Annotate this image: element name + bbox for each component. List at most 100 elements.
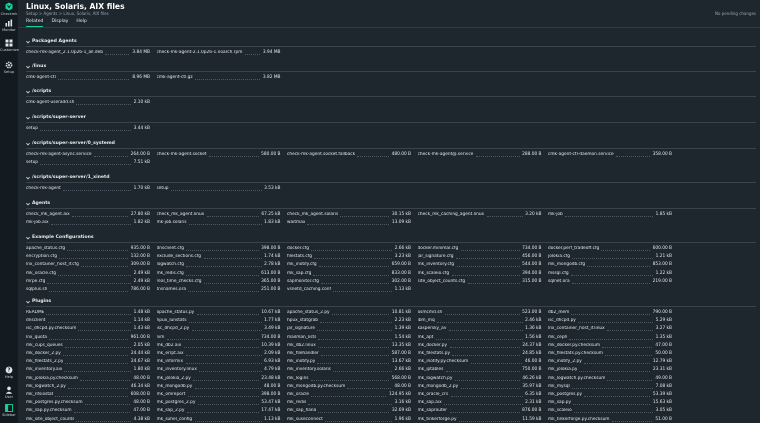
file-entry[interactable]: mk_mysql 7.08 kB [548,384,672,390]
file-entry[interactable]: docker.cfg 2.66 kB [287,246,411,252]
file-entry[interactable]: cmk-agent-ctl 8.96 MB [26,75,150,81]
file-entry[interactable]: lnx_container_host_if.cfg 309.00 B [26,262,150,268]
section-header[interactable]: /linux [26,64,756,72]
file-entry[interactable]: mk_jolokia_2.py 23.48 kB [157,376,281,382]
file-entry[interactable]: docker.perf_tradeoff.cfg 600.00 B [548,246,672,252]
file-name-link[interactable]: mk_filestats.py.checksum [548,351,603,357]
file-name-link[interactable]: mk-job.aix [26,220,49,226]
file-name-link[interactable]: dnsclient [26,318,46,324]
file-name-link[interactable]: real_time_checks.cfg [157,279,202,285]
file-entry[interactable]: mk_site_object_counts 4.38 kB [26,417,150,423]
file-entry[interactable]: mk_sap.aix 2.31 kB [418,400,542,406]
file-entry[interactable]: hpux_lunstats 1.77 kB [157,318,281,324]
file-entry[interactable]: mk_cups_queues 2.05 kB [26,343,150,349]
file-entry[interactable]: mk_logins 568.00 B [287,376,411,382]
file-name-link[interactable]: mk_mongodb_2.py [418,384,459,390]
file-entry[interactable]: db2_mem 790.00 B [548,310,672,316]
file-name-link[interactable]: apache_status.py [157,310,195,316]
file-name-link[interactable]: check-mk-agent-async.service [26,152,92,158]
file-name-link[interactable]: site_object_counts.cfg [418,279,466,285]
file-entry[interactable]: mk_mongodb_2.py 35.97 kB [418,384,542,390]
file-entry[interactable]: mrpe.cfg 2.49 kB [26,279,150,285]
pending-changes-status[interactable]: No pending changes [715,11,756,16]
file-entry[interactable]: check-mk-agent-2.1.0p26-1.noarch.rpm 3.94… [157,50,281,56]
file-name-link[interactable]: check-mk-agent [26,186,61,192]
file-name-link[interactable]: mk_logwatch.py [418,376,453,382]
file-entry[interactable]: setup 3.44 kB [26,126,150,132]
sidebar-item-setup[interactable]: Setup [0,61,18,74]
file-entry[interactable]: check-mk-agent 1.70 kB [26,186,150,192]
file-name-link[interactable]: mk_cups_queues [26,343,63,349]
file-entry[interactable]: mk_tinkerforge.py 11.59 kB [418,417,542,423]
sidebar-item-monitor[interactable]: Monitor [0,19,18,32]
menu-related[interactable]: Related [26,19,44,27]
file-entry[interactable]: check-mk-agent_2.1.0p26-1_all.deb 3.84 MB [26,50,150,56]
file-name-link[interactable]: mk_saprouter [418,408,448,414]
file-name-link[interactable]: check-mk-agent@.service [418,152,474,158]
file-entry[interactable]: mk_inotify.cfg 659.00 B [287,262,411,268]
file-entry[interactable]: mk_logwatch_2.py 46.34 kB [26,384,150,390]
file-name-link[interactable]: lnx_quota [26,335,47,341]
file-name-link[interactable]: mk_oracle_crs [418,392,449,398]
file-name-link[interactable]: mssql.cfg [548,271,569,277]
file-entry[interactable]: mk_inventory.aix 1.80 kB [26,367,150,373]
file-entry[interactable]: mk_redis.cfg 613.00 B [157,271,281,277]
section-header[interactable]: Example Configurations [26,235,756,243]
file-name-link[interactable]: mk_db2.aix [157,343,182,349]
file-name-link[interactable]: cmk-agent-ctl [26,75,56,81]
sidebar-item-help[interactable]: ? Help [0,366,18,379]
file-entry[interactable]: mk_sap_hana 32.69 kB [287,408,411,414]
file-name-link[interactable]: mrpe.cfg [26,279,45,285]
menu-display[interactable]: Display [51,19,68,27]
file-name-link[interactable]: mk_sap.py.checksum [26,408,72,414]
file-name-link[interactable]: cmk-agent-ctl.gz [157,75,193,81]
file-entry[interactable]: mk_docker.py.checksum 47.00 B [548,343,672,349]
file-entry[interactable]: mk_postgres.py.checksum 48.00 B [26,400,150,406]
file-name-link[interactable]: mk_informix [157,359,184,365]
file-entry[interactable]: check_mk_agent.linux 67.25 kB [157,212,281,218]
file-name-link[interactable]: sqlplus.sh [26,287,47,293]
file-name-link[interactable]: mk_mongodb.py [157,384,193,390]
file-name-link[interactable]: mk_inotify.py.checksum [418,359,469,365]
file-entry[interactable]: site_object_counts.cfg 315.00 B [418,279,542,285]
file-name-link[interactable]: tnsnames.ora [157,287,186,293]
file-entry[interactable]: mk_postgres.py 53.39 kB [548,392,672,398]
file-entry[interactable]: mk_db2.aix 10.39 kB [157,343,281,349]
file-entry[interactable]: lnx_container_host_if.linux 3.27 kB [548,326,672,332]
file-entry[interactable]: mk_omreport 398.00 B [157,392,281,398]
file-entry[interactable]: check-mk-agent@.service 288.00 B [418,152,542,158]
file-name-link[interactable]: check-mk-agent.socket [157,152,207,158]
file-name-link[interactable]: cmk-agent-ctl-daemon.service [548,152,614,158]
file-name-link[interactable]: mk_oracle.cfg [26,271,56,277]
file-name-link[interactable]: mk_docker_2.py [26,351,61,357]
file-name-link[interactable]: mk_suseconnect [287,417,323,423]
file-name-link[interactable]: setup [157,186,169,192]
file-entry[interactable]: mk_redis 3.16 kB [287,400,411,406]
file-entry[interactable]: apache_status.py 10.67 kB [157,310,281,316]
file-name-link[interactable]: mk_nfsiostat [26,392,53,398]
file-entry[interactable]: lnx_quota 961.00 B [26,335,150,341]
file-name-link[interactable]: mk_sap_2.py [157,408,185,414]
file-entry[interactable]: mk-job.aix 1.82 kB [26,220,150,226]
file-entry[interactable]: setup 3.53 kB [157,186,281,192]
file-name-link[interactable]: mailman_lists [287,335,316,341]
file-entry[interactable]: mk_suseconnect 1.96 kB [287,417,411,423]
file-entry[interactable]: sqlnet.ora 219.00 B [548,279,672,285]
file-name-link[interactable]: isc_dhcpd_2.py [157,326,190,332]
file-entry[interactable]: check_mk_agent.solaris 30.15 kB [287,212,411,218]
file-name-link[interactable]: mk_docker.py.checksum [548,343,600,349]
file-name-link[interactable]: apache_status_2.py [287,310,330,316]
file-name-link[interactable]: mk_apt [418,335,434,341]
file-entry[interactable]: check_mk_caching_agent.linux 3.20 kB [418,212,542,218]
file-entry[interactable]: mk_oracle_crs 6.35 kB [418,392,542,398]
file-entry[interactable]: mk_inventory.solaris 2.66 kB [287,367,411,373]
file-name-link[interactable]: mk_db2.linux [287,343,316,349]
file-name-link[interactable]: mk_postgres.py.checksum [26,400,83,406]
file-entry[interactable]: jar_signature 1.39 kB [287,326,411,332]
file-entry[interactable]: dnsclient.cfg 398.00 B [157,246,281,252]
file-name-link[interactable]: isc_dhcpd.py.checksum [26,326,76,332]
file-entry[interactable]: mk_scaleio.cfg 394.00 B [418,271,542,277]
file-name-link[interactable]: mk_scaleio.cfg [418,271,450,277]
file-entry[interactable]: cmk-agent-useradd.sh 2.10 kB [26,100,150,106]
file-entry[interactable]: mk_inotify.py.checksum 46.00 B [418,359,542,365]
